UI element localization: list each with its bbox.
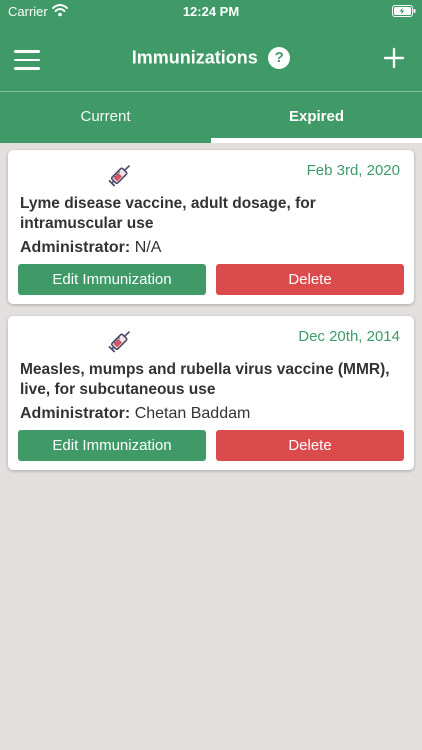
navigation-bar: Immunizations ? [0, 30, 422, 90]
syringe-icon [108, 164, 131, 187]
administrator-label: Administrator: [20, 405, 131, 422]
tab-expired[interactable]: Expired [211, 92, 422, 143]
vaccine-name: Lyme disease vaccine, adult dosage, for … [20, 195, 316, 232]
administrator-row: Administrator: Chetan Baddam [20, 405, 250, 423]
immunization-date: Feb 3rd, 2020 [306, 162, 400, 179]
status-time: 12:24 PM [182, 4, 240, 19]
app-header: Carrier 12:24 PM Immunizations ? Current… [0, 0, 422, 143]
administrator-row: Administrator: N/A [20, 239, 161, 257]
nav-title-group: Immunizations ? [0, 47, 422, 69]
plus-icon[interactable] [382, 46, 406, 70]
immunization-card: Dec 20th, 2014 Measles, mumps and rubell… [8, 316, 414, 470]
immunization-date: Dec 20th, 2014 [298, 328, 400, 345]
battery-charging-icon [392, 5, 416, 17]
administrator-label: Administrator: [20, 239, 131, 256]
tab-bar: Current Expired [0, 92, 422, 143]
edit-immunization-button[interactable]: Edit Immunization [18, 264, 206, 295]
edit-immunization-button[interactable]: Edit Immunization [18, 430, 206, 461]
delete-button[interactable]: Delete [216, 264, 404, 295]
tab-current[interactable]: Current [0, 92, 211, 143]
immunization-card: Feb 3rd, 2020 Lyme disease vaccine, adul… [8, 150, 414, 304]
status-bar: Carrier 12:24 PM [0, 0, 422, 24]
administrator-value: N/A [134, 239, 162, 256]
vaccine-name: Measles, mumps and rubella virus vaccine… [20, 361, 390, 398]
page-title: Immunizations [131, 47, 258, 68]
delete-button[interactable]: Delete [216, 430, 404, 461]
help-icon[interactable]: ? [268, 47, 291, 69]
active-tab-indicator [211, 138, 422, 143]
syringe-icon [108, 330, 131, 353]
administrator-value: Chetan Baddam [134, 405, 251, 422]
